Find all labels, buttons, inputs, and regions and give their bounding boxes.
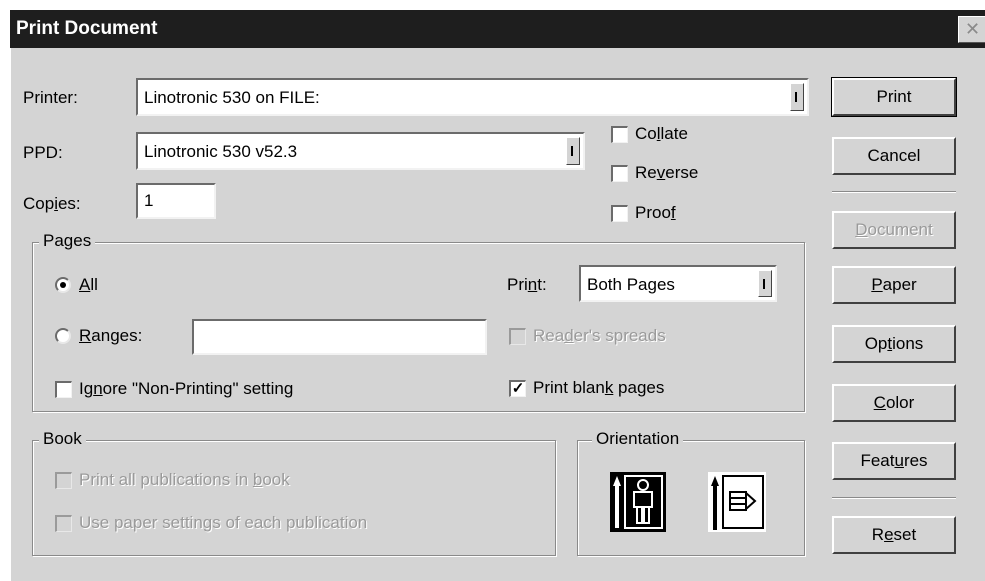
readers-spreads-checkbox[interactable] <box>509 328 526 345</box>
ignore-non-printing-label: Ignore "Non-Printing" setting <box>79 379 294 398</box>
book-group-title: Book <box>39 429 86 449</box>
use-paper-settings-label: Use paper settings of each publication <box>79 513 368 532</box>
readers-spreads-label: Reader's spreads <box>533 326 666 345</box>
ppd-label: PPD: <box>23 143 63 162</box>
paper-button[interactable]: Paper <box>832 266 956 304</box>
title-bar[interactable]: Print Document ✕ <box>10 10 985 48</box>
color-button[interactable]: Color <box>832 384 956 422</box>
button-separator <box>832 191 956 193</box>
features-button[interactable]: Features <box>832 442 956 480</box>
ppd-value: Linotronic 530 v52.3 <box>144 142 298 161</box>
print-all-publications-checkbox[interactable] <box>55 472 72 489</box>
print-document-dialog: Print Document ✕ Printer: Linotronic 530… <box>10 10 985 581</box>
options-button[interactable]: Options <box>832 325 956 363</box>
all-pages-radio[interactable] <box>55 277 71 293</box>
checkmark-icon: ✓ <box>511 380 525 397</box>
reset-button[interactable]: Reset <box>832 516 956 554</box>
dialog-title: Print Document <box>16 18 158 39</box>
print-blank-pages-checkbox[interactable]: ✓ <box>509 380 526 397</box>
print-label: Print: <box>507 275 547 294</box>
reverse-label: Reverse <box>635 163 699 182</box>
print-button[interactable]: Print <box>831 77 957 117</box>
document-button[interactable]: Document <box>832 211 956 249</box>
book-group: Book <box>32 429 556 556</box>
copies-label: Copies: <box>23 194 81 213</box>
printer-label: Printer: <box>23 88 78 107</box>
pages-group-title: Pages <box>39 231 96 251</box>
use-paper-settings-checkbox[interactable] <box>55 515 72 532</box>
proof-label: Proof <box>635 203 676 222</box>
all-pages-label: All <box>79 275 98 294</box>
proof-checkbox[interactable] <box>611 205 628 222</box>
print-pages-value: Both Pages <box>587 275 675 294</box>
printer-dropdown[interactable]: Linotronic 530 on FILE: <box>136 78 809 116</box>
orientation-group-title: Orientation <box>592 429 684 449</box>
copies-input[interactable]: 1 <box>136 183 216 219</box>
printer-value: Linotronic 530 on FILE: <box>144 88 320 107</box>
ignore-non-printing-checkbox[interactable] <box>55 381 72 398</box>
ppd-dropdown[interactable]: Linotronic 530 v52.3 <box>136 132 585 170</box>
print-pages-dropdown[interactable]: Both Pages <box>579 265 777 302</box>
chevron-down-icon[interactable] <box>758 270 772 297</box>
portrait-orientation-icon[interactable] <box>610 472 666 532</box>
ranges-radio[interactable] <box>55 328 71 344</box>
reverse-checkbox[interactable] <box>611 165 628 182</box>
chevron-down-icon[interactable] <box>790 83 804 111</box>
print-blank-pages-label: Print blank pages <box>533 378 665 397</box>
collate-label: Collate <box>635 124 688 143</box>
cancel-button[interactable]: Cancel <box>832 137 956 175</box>
close-icon: ✕ <box>964 19 981 39</box>
landscape-orientation-icon[interactable] <box>708 472 766 532</box>
ranges-label: Ranges: <box>79 326 143 345</box>
button-separator <box>832 497 956 499</box>
close-button[interactable]: ✕ <box>958 16 985 43</box>
print-all-publications-label: Print all publications in book <box>79 470 290 489</box>
ranges-input[interactable] <box>192 319 487 355</box>
chevron-down-icon[interactable] <box>566 137 580 165</box>
collate-checkbox[interactable] <box>611 126 628 143</box>
